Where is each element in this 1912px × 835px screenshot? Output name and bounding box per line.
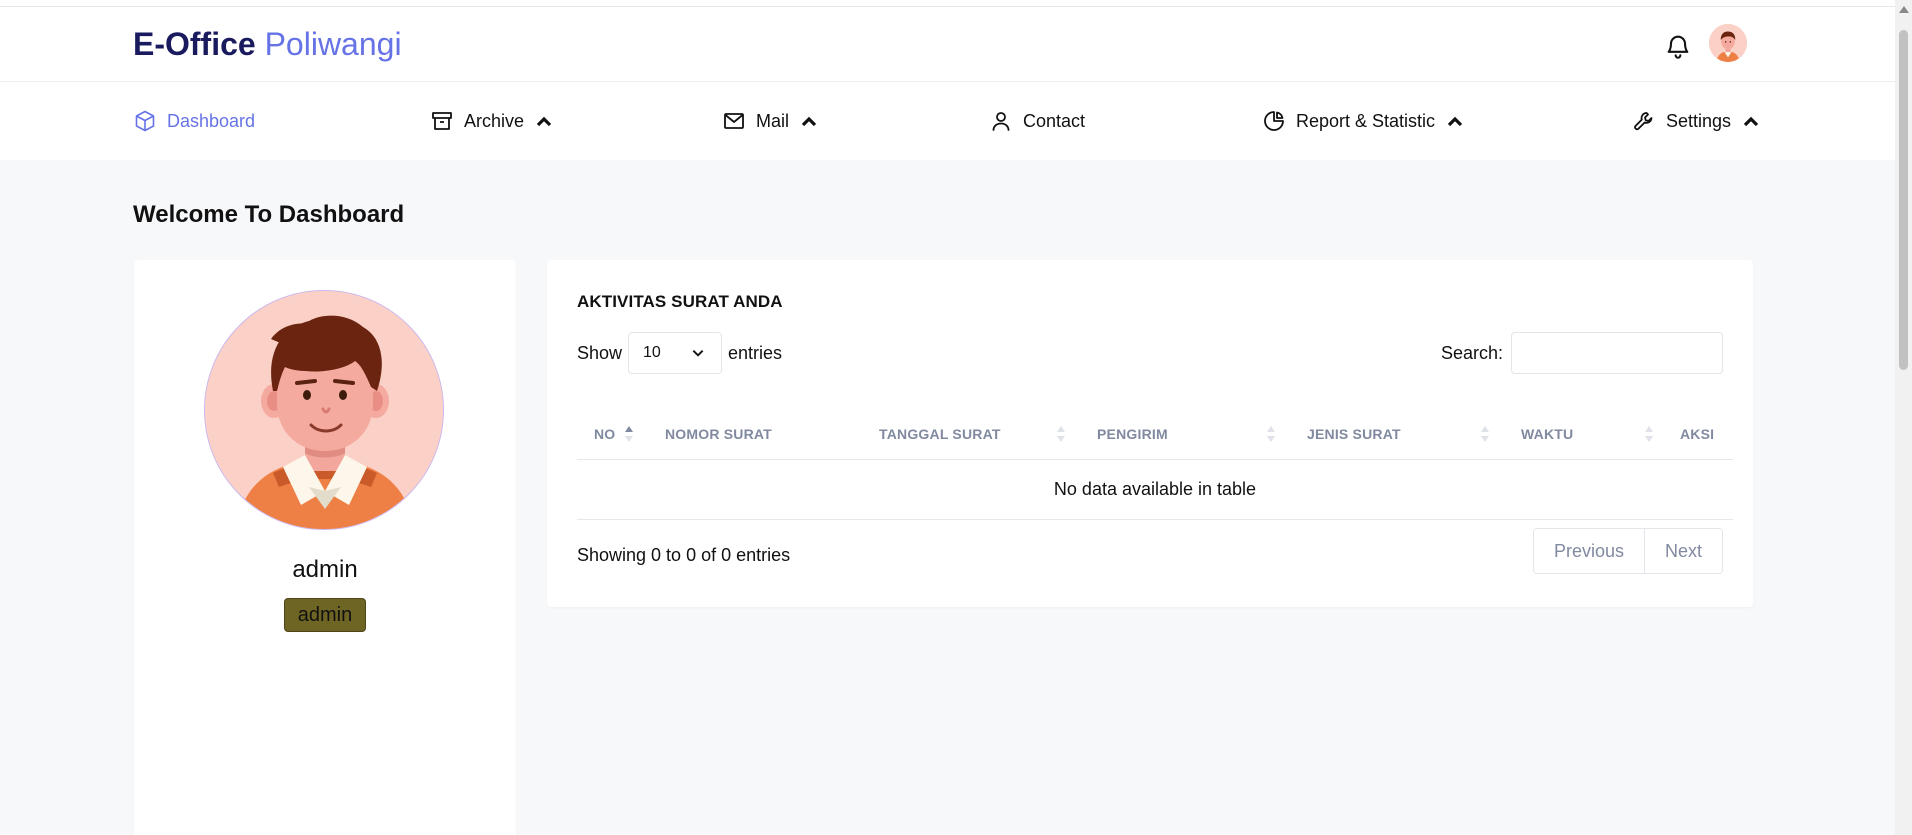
nav-item-mail[interactable]: Mail: [722, 108, 821, 134]
chevron-up-icon: [1743, 116, 1759, 127]
activity-table: NO NOMOR SURAT TANGGAL SURAT PENGIRIM JE…: [577, 408, 1733, 520]
scroll-up-arrow-icon[interactable]: [1899, 6, 1909, 13]
page-scrollbar[interactable]: [1895, 0, 1912, 835]
scrollbar-thumb[interactable]: [1899, 30, 1908, 370]
nav-label-settings: Settings: [1666, 110, 1732, 131]
search-label: Search:: [1440, 342, 1503, 363]
profile-name: admin: [292, 556, 358, 583]
entries-label: entries: [728, 342, 783, 363]
empty-table-message: No data available in table: [577, 460, 1733, 520]
user-avatar-large: [204, 290, 444, 530]
chevron-down-icon: [692, 350, 704, 357]
column-label: TANGGAL SURAT: [879, 426, 1001, 442]
sort-asc-icon: [625, 426, 633, 442]
browser-top-strip: [0, 0, 1895, 7]
column-label: PENGIRIM: [1097, 426, 1168, 442]
column-header-no[interactable]: NO: [594, 408, 615, 460]
column-header-tanggal-surat[interactable]: TANGGAL SURAT: [879, 408, 1001, 460]
column-header-nomor-surat[interactable]: NOMOR SURAT: [665, 408, 772, 460]
next-button[interactable]: Next: [1643, 529, 1722, 573]
column-label: NO: [594, 426, 616, 442]
column-label: AKSI: [1680, 426, 1715, 442]
sort-icon: [1645, 426, 1653, 442]
wrench-icon: [1634, 112, 1653, 131]
column-header-jenis-surat[interactable]: JENIS SURAT: [1307, 408, 1401, 460]
previous-button[interactable]: Previous: [1533, 529, 1644, 573]
nav-label-dashboard: Dashboard: [167, 110, 256, 131]
sort-icon: [1057, 426, 1065, 442]
nav-label-contact: Contact: [1023, 110, 1086, 131]
pie-chart-icon: [1264, 111, 1284, 131]
table-info: Showing 0 to 0 of 0 entries: [577, 545, 791, 565]
column-label: NOMOR SURAT: [665, 426, 772, 442]
role-badge: admin: [284, 598, 366, 632]
sort-icon: [1481, 426, 1489, 442]
table-search: Search:: [1441, 332, 1723, 374]
show-label: Show: [577, 342, 623, 363]
column-header-pengirim[interactable]: PENGIRIM: [1097, 408, 1168, 460]
entries-select[interactable]: 10: [628, 332, 723, 374]
main-nav: Dashboard Archive Mail Contact Report & …: [0, 82, 1895, 160]
nav-item-dashboard[interactable]: Dashboard: [133, 108, 255, 134]
chevron-up-icon: [801, 116, 817, 127]
user-avatar-small[interactable]: [1709, 24, 1747, 62]
chevron-up-icon: [1447, 116, 1463, 127]
sort-icon: [1267, 426, 1275, 442]
mail-icon: [724, 113, 744, 129]
activity-card: AKTIVITAS SURAT ANDA Show 10 entries Sea…: [547, 260, 1753, 607]
nav-item-report-statistic[interactable]: Report & Statistic: [1262, 108, 1467, 134]
user-icon: [992, 112, 1010, 131]
search-input[interactable]: [1511, 332, 1723, 374]
nav-item-archive[interactable]: Archive: [430, 108, 556, 134]
nav-label-mail: Mail: [756, 110, 790, 131]
entries-length-control: Show 10 entries: [577, 332, 782, 374]
table-header: NO NOMOR SURAT TANGGAL SURAT PENGIRIM JE…: [577, 408, 1733, 460]
nav-item-contact[interactable]: Contact: [989, 108, 1085, 134]
column-label: JENIS SURAT: [1307, 426, 1401, 442]
column-label: WAKTU: [1521, 426, 1574, 442]
header: E-Office Poliwangi: [0, 7, 1895, 82]
page-title: Welcome To Dashboard: [133, 201, 405, 228]
profile-card: admin admin: [134, 260, 516, 835]
card-title: AKTIVITAS SURAT ANDA: [577, 292, 783, 311]
pagination: Previous Next: [1532, 528, 1723, 574]
brand-part2: Poliwangi: [264, 26, 402, 62]
brand-part1: E-Office: [133, 26, 256, 62]
column-header-waktu[interactable]: WAKTU: [1521, 408, 1573, 460]
entries-select-value: 10: [643, 344, 661, 361]
nav-label-archive: Archive: [464, 110, 525, 131]
nav-item-settings[interactable]: Settings: [1632, 108, 1763, 134]
column-header-aksi: AKSI: [1680, 408, 1714, 460]
archive-icon: [432, 112, 452, 130]
cube-icon: [135, 110, 155, 132]
brand-logo[interactable]: E-Office Poliwangi: [133, 25, 402, 63]
nav-label-report-statistic: Report & Statistic: [1296, 110, 1436, 131]
bell-icon[interactable]: [1664, 31, 1692, 61]
chevron-up-icon: [536, 116, 552, 127]
